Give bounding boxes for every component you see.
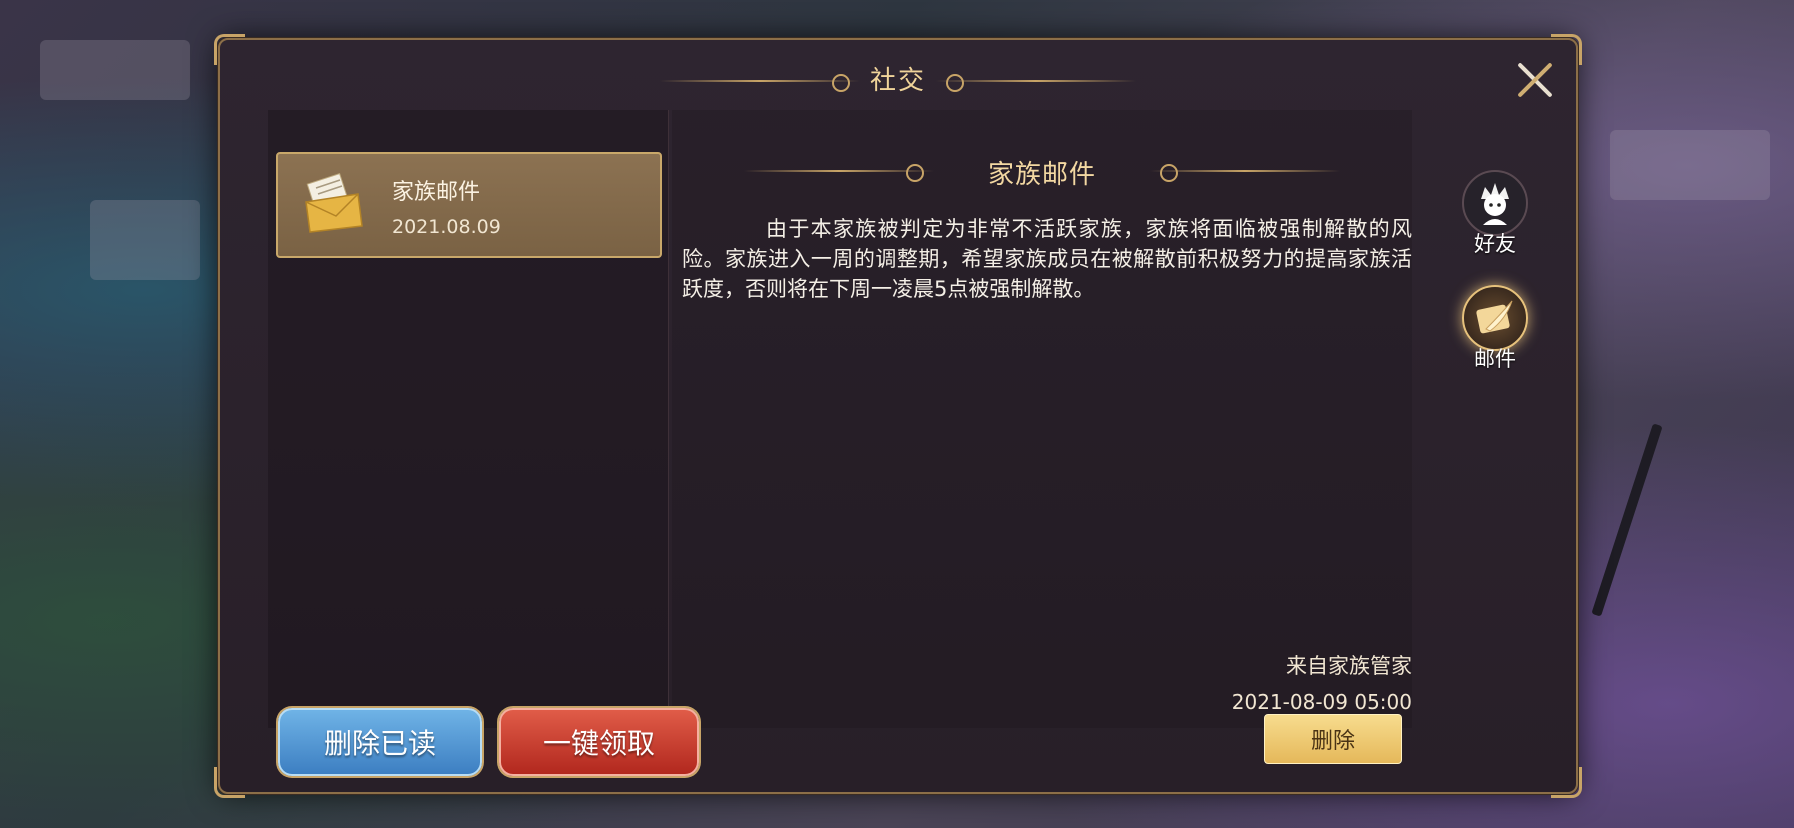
mail-body-text: 由于本家族被判定为非常不活跃家族，家族将面临被强制解散的风险。家族进入一周的调整… bbox=[682, 217, 1412, 301]
mail-feather-icon bbox=[1476, 300, 1513, 334]
tab-mail[interactable]: 邮件 bbox=[1460, 285, 1530, 385]
tab-mail-label: 邮件 bbox=[1474, 347, 1516, 371]
mail-timestamp: 2021-08-09 05:00 bbox=[1231, 690, 1412, 714]
delete-button[interactable]: 删除 bbox=[1264, 714, 1402, 764]
background-stone bbox=[40, 40, 190, 100]
claim-all-button[interactable]: 一键领取 bbox=[499, 708, 699, 776]
background-stone bbox=[1610, 130, 1770, 200]
mail-list: 家族邮件 2021.08.09 bbox=[268, 110, 669, 728]
close-button[interactable] bbox=[1508, 54, 1560, 106]
panel-corner-ornament bbox=[1551, 767, 1582, 798]
detail-title-flourish-right bbox=[1150, 164, 1340, 182]
mail-detail: 家族邮件 由于本家族被判定为非常不活跃家族，家族将面临被强制解散的风险。家族进入… bbox=[672, 110, 1412, 728]
title-flourish-right bbox=[936, 74, 1136, 92]
panel-title: 社交 bbox=[869, 66, 926, 96]
mail-item-title: 家族邮件 bbox=[392, 180, 481, 205]
background-stone bbox=[90, 200, 200, 280]
friend-avatar-icon bbox=[1481, 183, 1509, 225]
tab-friends[interactable]: 好友 bbox=[1460, 170, 1530, 270]
panel-corner-ornament bbox=[214, 767, 245, 798]
mail-item-date: 2021.08.09 bbox=[392, 216, 501, 238]
social-panel: 社交 家族邮件 2021.08.09 家族邮件 由于本家族被判定为非常不活跃家族… bbox=[214, 34, 1582, 798]
delete-read-button[interactable]: 删除已读 bbox=[278, 708, 482, 776]
background-lamppost bbox=[1591, 423, 1663, 617]
mail-list-item[interactable]: 家族邮件 2021.08.09 bbox=[276, 152, 662, 258]
tab-friends-label: 好友 bbox=[1474, 232, 1516, 256]
mail-sender: 来自家族管家 bbox=[1286, 654, 1412, 678]
mail-detail-title: 家族邮件 bbox=[987, 160, 1096, 190]
envelope-icon bbox=[305, 172, 363, 233]
